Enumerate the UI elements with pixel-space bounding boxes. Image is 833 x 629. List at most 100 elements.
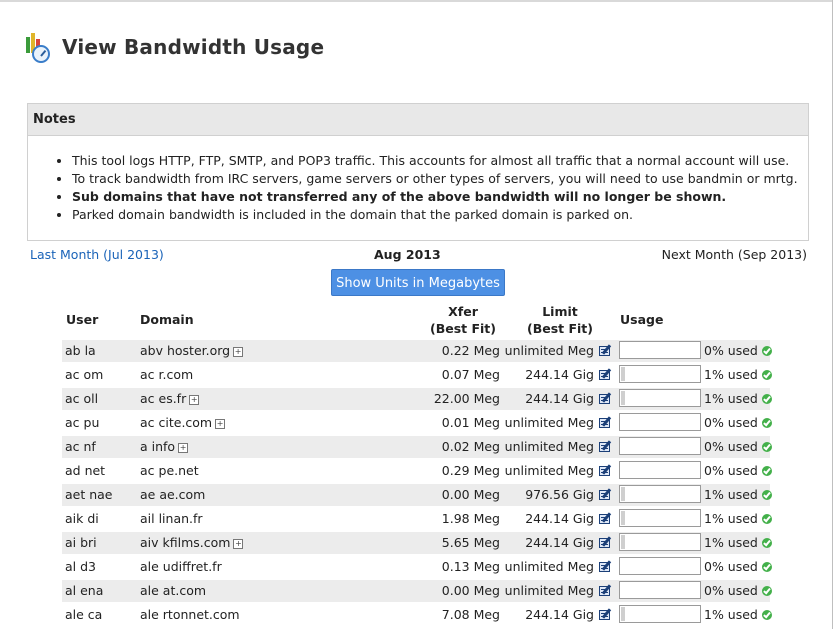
check-ok-icon — [761, 610, 772, 620]
row-xfer: 22.00 Meg — [433, 391, 500, 406]
edit-limit-icon[interactable] — [598, 368, 614, 382]
edit-limit-icon[interactable] — [598, 584, 614, 598]
edit-limit-icon[interactable] — [598, 416, 614, 430]
check-ok-icon — [761, 394, 772, 404]
expand-subdomains-icon[interactable]: + — [215, 419, 226, 429]
row-domain: ac cite.com + — [140, 415, 226, 430]
usage-percent-text: 0% used — [704, 559, 758, 574]
row-usage-percent: 0% used — [704, 463, 772, 478]
row-xfer: 0.13 Meg — [441, 559, 500, 574]
usage-bar — [619, 581, 701, 599]
notes-heading: Notes — [28, 104, 808, 136]
row-domain-name: ale rtonnet.com — [140, 607, 240, 622]
row-limit: 244.14 Gig — [525, 367, 594, 382]
table-row: ad net ac pe.net 0.29 Meg unlimited Meg 0% u… — [62, 460, 772, 482]
usage-percent-text: 0% used — [704, 415, 758, 430]
usage-percent-text: 1% used — [704, 511, 758, 526]
usage-bar — [619, 557, 701, 575]
show-megabytes-button[interactable]: Show Units in Megabytes — [331, 269, 505, 296]
row-xfer: 0.22 Meg — [441, 343, 500, 358]
usage-bar — [619, 365, 701, 383]
usage-bar-fill — [621, 607, 625, 621]
row-domain-name: ac es.fr — [140, 391, 187, 406]
row-user: ac oll — [65, 391, 99, 406]
row-domain: ale at.com — [140, 583, 206, 598]
header-limit-line2: (Best Fit) — [527, 321, 593, 336]
bandwidth-gauge-icon — [22, 31, 54, 63]
usage-bar-fill — [621, 535, 625, 549]
row-domain: ac es.fr + — [140, 391, 200, 406]
next-month-label: Next Month (Sep 2013) — [661, 247, 807, 262]
previous-month-link[interactable]: Last Month (Jul 2013) — [30, 247, 164, 262]
row-usage-percent: 1% used — [704, 511, 772, 526]
check-ok-icon — [761, 514, 772, 524]
row-domain: aiv kfilms.com + — [140, 535, 244, 550]
usage-bar — [619, 509, 701, 527]
row-domain: ail linan.fr — [140, 511, 203, 526]
top-border — [0, 0, 833, 2]
header-limit: Limit (Best Fit) — [522, 303, 598, 337]
usage-bar-fill — [621, 391, 625, 405]
usage-bar-fill — [621, 511, 625, 525]
header-limit-line1: Limit — [542, 304, 578, 319]
table-row: ac pu ac cite.com +0.01 Meg unlimited Meg 0%… — [62, 412, 772, 434]
row-usage-percent: 1% used — [704, 607, 772, 622]
edit-limit-icon[interactable] — [598, 440, 614, 454]
usage-bar-fill — [621, 367, 625, 381]
row-limit: 244.14 Gig — [525, 511, 594, 526]
page-header: View Bandwidth Usage — [22, 30, 324, 64]
edit-limit-icon[interactable] — [598, 488, 614, 502]
edit-limit-icon[interactable] — [598, 608, 614, 622]
expand-subdomains-icon[interactable]: + — [233, 347, 244, 357]
row-usage-percent: 1% used — [704, 535, 772, 550]
row-usage-percent: 0% used — [704, 415, 772, 430]
header-xfer-line2: (Best Fit) — [430, 321, 496, 336]
usage-bar-fill — [621, 487, 625, 501]
header-domain: Domain — [140, 312, 194, 327]
row-usage-percent: 1% used — [704, 391, 772, 406]
header-user: User — [66, 312, 99, 327]
usage-percent-text: 1% used — [704, 367, 758, 382]
note-item: This tool logs HTTP, FTP, SMTP, and POP3… — [72, 152, 808, 170]
row-domain-name: ac r.com — [140, 367, 194, 382]
row-user: aik di — [65, 511, 99, 526]
table-row: ab la abv hoster.org +0.22 Meg unlimited Me… — [62, 340, 772, 362]
row-domain-name: abv hoster.org — [140, 343, 231, 358]
row-domain: ac pe.net — [140, 463, 199, 478]
row-user: ad net — [65, 463, 106, 478]
edit-limit-icon[interactable] — [598, 512, 614, 526]
usage-bar — [619, 533, 701, 551]
edit-limit-icon[interactable] — [598, 344, 614, 358]
row-user: ac nf — [65, 439, 96, 454]
row-limit: unlimited Meg — [504, 583, 594, 598]
expand-subdomains-icon[interactable]: + — [189, 395, 200, 405]
row-domain-name: ail linan.fr — [140, 511, 203, 526]
row-domain: a info + — [140, 439, 189, 454]
check-ok-icon — [761, 490, 772, 500]
table-row: ai bri aiv kfilms.com +5.65 Meg 244.14 Gig 1… — [62, 532, 772, 554]
usage-percent-text: 0% used — [704, 463, 758, 478]
row-domain-name: ac pe.net — [140, 463, 199, 478]
edit-limit-icon[interactable] — [598, 392, 614, 406]
row-limit: 244.14 Gig — [525, 535, 594, 550]
check-ok-icon — [761, 562, 772, 572]
check-ok-icon — [761, 586, 772, 596]
notes-panel: Notes This tool logs HTTP, FTP, SMTP, an… — [27, 103, 809, 241]
check-ok-icon — [761, 538, 772, 548]
expand-subdomains-icon[interactable]: + — [178, 443, 189, 453]
edit-limit-icon[interactable] — [598, 560, 614, 574]
header-usage: Usage — [620, 312, 664, 327]
row-xfer: 0.02 Meg — [441, 439, 500, 454]
table-row: al ena ale at.com 0.00 Meg unlimited Meg 0% … — [62, 580, 772, 602]
row-usage-percent: 0% used — [704, 559, 772, 574]
row-user: ai bri — [65, 535, 97, 550]
usage-bar — [619, 485, 701, 503]
edit-limit-icon[interactable] — [598, 464, 614, 478]
row-xfer: 1.98 Meg — [441, 511, 500, 526]
expand-subdomains-icon[interactable]: + — [233, 539, 244, 549]
usage-bar — [619, 341, 701, 359]
usage-bar — [619, 389, 701, 407]
row-user: ale ca — [65, 607, 103, 622]
edit-limit-icon[interactable] — [598, 536, 614, 550]
table-row: aik di ail linan.fr 1.98 Meg 244.14 Gig 1% u… — [62, 508, 772, 530]
